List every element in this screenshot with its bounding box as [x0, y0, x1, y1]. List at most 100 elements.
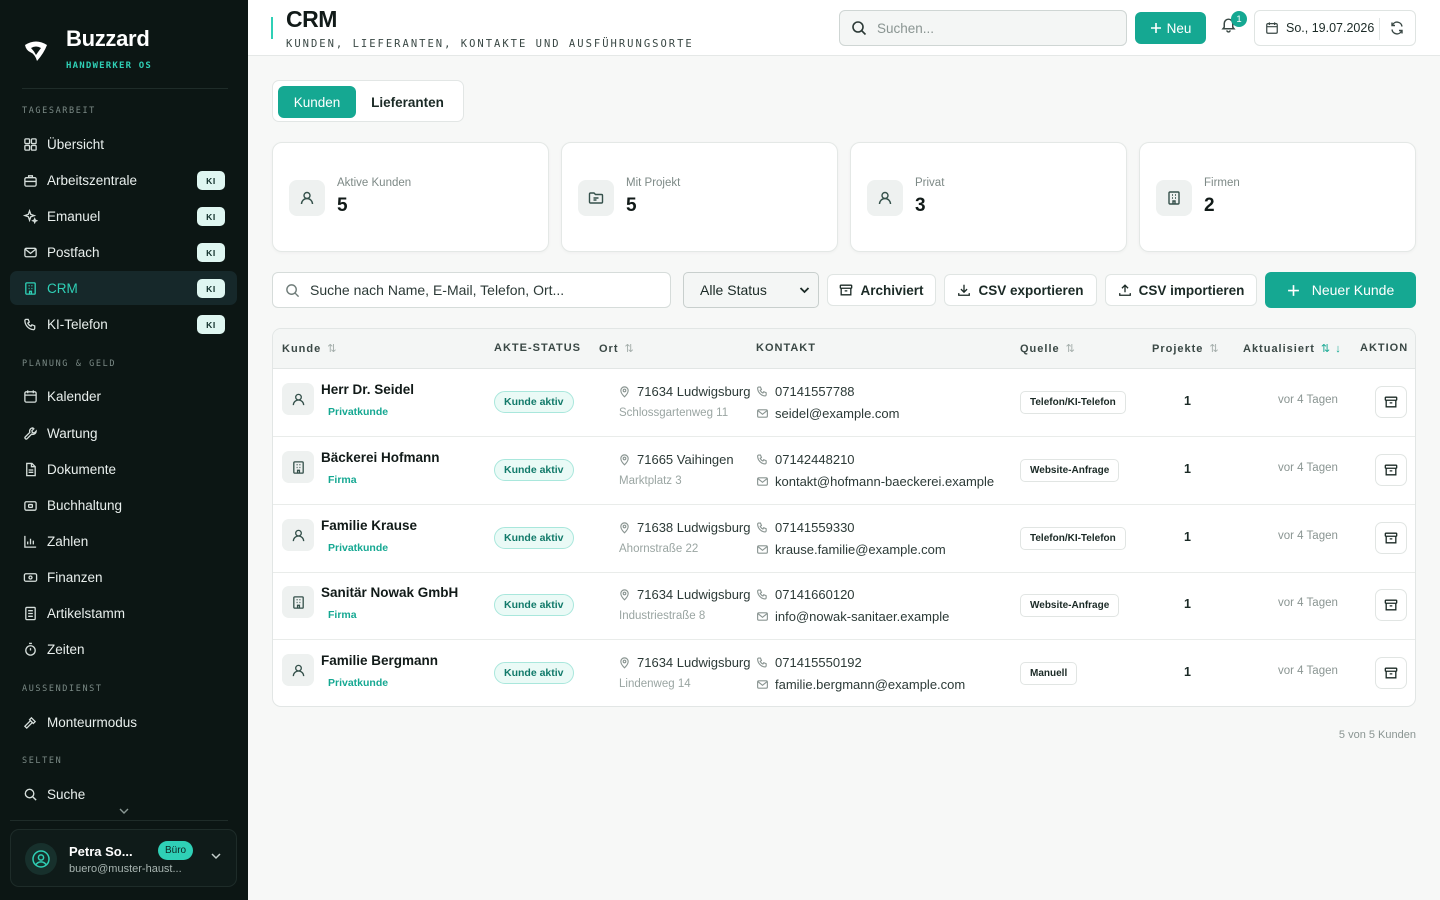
customer-name[interactable]: Herr Dr. Seidel — [321, 382, 414, 397]
customer-name[interactable]: Familie Bergmann — [321, 653, 438, 668]
role-badge: Büro — [158, 841, 194, 860]
table-row[interactable]: Bäckerei Hofmann Firma Kunde aktiv 71665… — [273, 437, 1415, 505]
sidebar-item-finanzen[interactable]: Finanzen — [10, 560, 237, 594]
phone-number: 07141559330 — [775, 520, 855, 535]
sidebar-item-artikelstamm[interactable]: Artikelstamm — [10, 596, 237, 630]
sidebar-item-label: Kalender — [47, 388, 102, 404]
date-text: So., 19.07.2026 — [1286, 21, 1375, 35]
import-csv-button[interactable]: CSV importieren — [1105, 274, 1257, 306]
table-row[interactable]: Familie Bergmann Privatkunde Kunde aktiv… — [273, 640, 1415, 706]
archive-icon — [839, 283, 853, 297]
export-csv-button[interactable]: CSV exportieren — [944, 274, 1097, 306]
phone[interactable]: 071415550192 — [756, 655, 862, 670]
sidebar-item-label: Wartung — [47, 425, 98, 441]
phone[interactable]: 07141660120 — [756, 587, 855, 602]
email[interactable]: familie.bergmann@example.com — [756, 677, 965, 692]
archive-button[interactable] — [1375, 386, 1407, 418]
user-menu[interactable]: Petra So... Büro buero@muster-haust... — [10, 829, 237, 887]
sidebar-item-label: Postfach — [47, 244, 100, 260]
archived-button[interactable]: Archiviert — [827, 274, 936, 306]
phone[interactable]: 07141557788 — [756, 384, 855, 399]
customer-name[interactable]: Familie Krause — [321, 518, 417, 533]
customer-name[interactable]: Bäckerei Hofmann — [321, 450, 440, 465]
sidebar-item-crm[interactable]: CRM KI — [10, 271, 237, 305]
tab-lieferanten[interactable]: Lieferanten — [360, 86, 455, 118]
column-header-kunde[interactable]: Kunde ⇅ — [282, 342, 338, 356]
chevron-down-icon[interactable] — [118, 806, 130, 816]
plus-icon — [1150, 22, 1162, 34]
user-icon — [289, 180, 325, 216]
building-icon — [22, 280, 38, 296]
location: 71634 Ludwigsburg — [618, 655, 750, 670]
street: Lindenweg 14 — [619, 678, 691, 690]
tab-kunden[interactable]: Kunden — [278, 86, 356, 118]
global-search[interactable] — [839, 10, 1127, 46]
ki-badge: KI — [197, 279, 225, 298]
calendar-icon — [1265, 21, 1279, 35]
sidebar-item-wartung[interactable]: Wartung — [10, 416, 237, 450]
sidebar-item-uebersicht[interactable]: Übersicht — [10, 127, 237, 161]
sort-icon: ⇅ — [624, 343, 635, 355]
sidebar-item-zahlen[interactable]: Zahlen — [10, 524, 237, 558]
top-header: CRM KUNDEN, LIEFERANTEN, KONTAKTE UND AU… — [248, 0, 1440, 56]
search-icon — [22, 786, 38, 802]
archive-button[interactable] — [1375, 454, 1407, 486]
email[interactable]: info@nowak-sanitaer.example — [756, 609, 949, 624]
customer-search-input[interactable] — [310, 282, 660, 298]
chevron-down-icon[interactable] — [210, 851, 222, 861]
sidebar-item-ki-telefon[interactable]: KI-Telefon KI — [10, 307, 237, 341]
project-count: 1 — [1184, 462, 1191, 476]
sidebar-item-arbeitszentrale[interactable]: Arbeitszentrale KI — [10, 163, 237, 197]
source-badge: Manuell — [1020, 662, 1078, 685]
brand[interactable]: Buzzard HANDWERKER OS — [22, 26, 152, 71]
sidebar-item-label: CRM — [47, 280, 78, 296]
new-customer-button[interactable]: Neuer Kunde — [1265, 272, 1416, 308]
global-search-input[interactable] — [877, 20, 1097, 36]
table-row[interactable]: Familie Krause Privatkunde Kunde aktiv 7… — [273, 505, 1415, 573]
refresh-icon[interactable] — [1389, 20, 1405, 36]
sidebar-item-label: Dokumente — [47, 461, 117, 477]
date-picker[interactable]: So., 19.07.2026 — [1254, 10, 1416, 46]
status-badge: Kunde aktiv — [494, 594, 574, 616]
ki-badge: KI — [197, 207, 225, 226]
customer-search[interactable] — [272, 272, 671, 308]
location: 71634 Ludwigsburg — [618, 384, 750, 399]
sort-icon: ⇅ — [327, 343, 338, 355]
mail-icon — [756, 475, 769, 488]
archive-button[interactable] — [1375, 657, 1407, 689]
email[interactable]: krause.familie@example.com — [756, 542, 946, 557]
street: Marktplatz 3 — [619, 475, 682, 487]
sidebar-item-kalender[interactable]: Kalender — [10, 379, 237, 413]
sidebar-item-buchhaltung[interactable]: Buchhaltung — [10, 488, 237, 522]
email[interactable]: seidel@example.com — [756, 406, 899, 421]
status-filter-select[interactable]: Alle Status — [683, 272, 819, 308]
customer-name[interactable]: Sanitär Nowak GmbH — [321, 585, 458, 600]
phone[interactable]: 07141559330 — [756, 520, 855, 535]
column-header-quelle[interactable]: Quelle ⇅ — [1020, 342, 1076, 356]
stat-label: Firmen — [1204, 177, 1240, 189]
sidebar-item-label: Arbeitszentrale — [47, 172, 138, 188]
new-button[interactable]: Neu — [1135, 12, 1206, 44]
street: Ahornstraße 22 — [619, 543, 699, 555]
sidebar-item-dokumente[interactable]: Dokumente — [10, 452, 237, 486]
email[interactable]: kontakt@hofmann-baeckerei.example — [756, 474, 994, 489]
city: 71634 Ludwigsburg — [637, 384, 751, 399]
archive-button[interactable] — [1375, 589, 1407, 621]
table-row[interactable]: Sanitär Nowak GmbH Firma Kunde aktiv 716… — [273, 572, 1415, 640]
sidebar-item-monteurmodus[interactable]: Monteurmodus — [10, 705, 237, 739]
street: Industriestraße 8 — [619, 610, 706, 622]
sidebar-item-zeiten[interactable]: Zeiten — [10, 632, 237, 666]
customer-type: Firma — [328, 609, 357, 621]
archive-button[interactable] — [1375, 522, 1407, 554]
stat-card-aktive-kunden: Aktive Kunden 5 — [272, 142, 549, 252]
sidebar-item-emanuel[interactable]: Emanuel KI — [10, 199, 237, 233]
table-row[interactable]: Herr Dr. Seidel Privatkunde Kunde aktiv … — [273, 369, 1415, 437]
column-header-projekte[interactable]: Projekte ⇅ — [1152, 342, 1220, 356]
phone[interactable]: 07142448210 — [756, 452, 855, 467]
column-header-ort[interactable]: Ort ⇅ — [599, 342, 635, 356]
sidebar: Buzzard HANDWERKER OS TAGESARBEIT Übersi… — [0, 0, 248, 900]
column-header-aktualisiert[interactable]: Aktualisiert ⇅ ↓ — [1243, 342, 1342, 356]
sort-icon: ⇅ — [1065, 343, 1076, 355]
sidebar-item-postfach[interactable]: Postfach KI — [10, 235, 237, 269]
archive-icon — [1384, 666, 1398, 680]
